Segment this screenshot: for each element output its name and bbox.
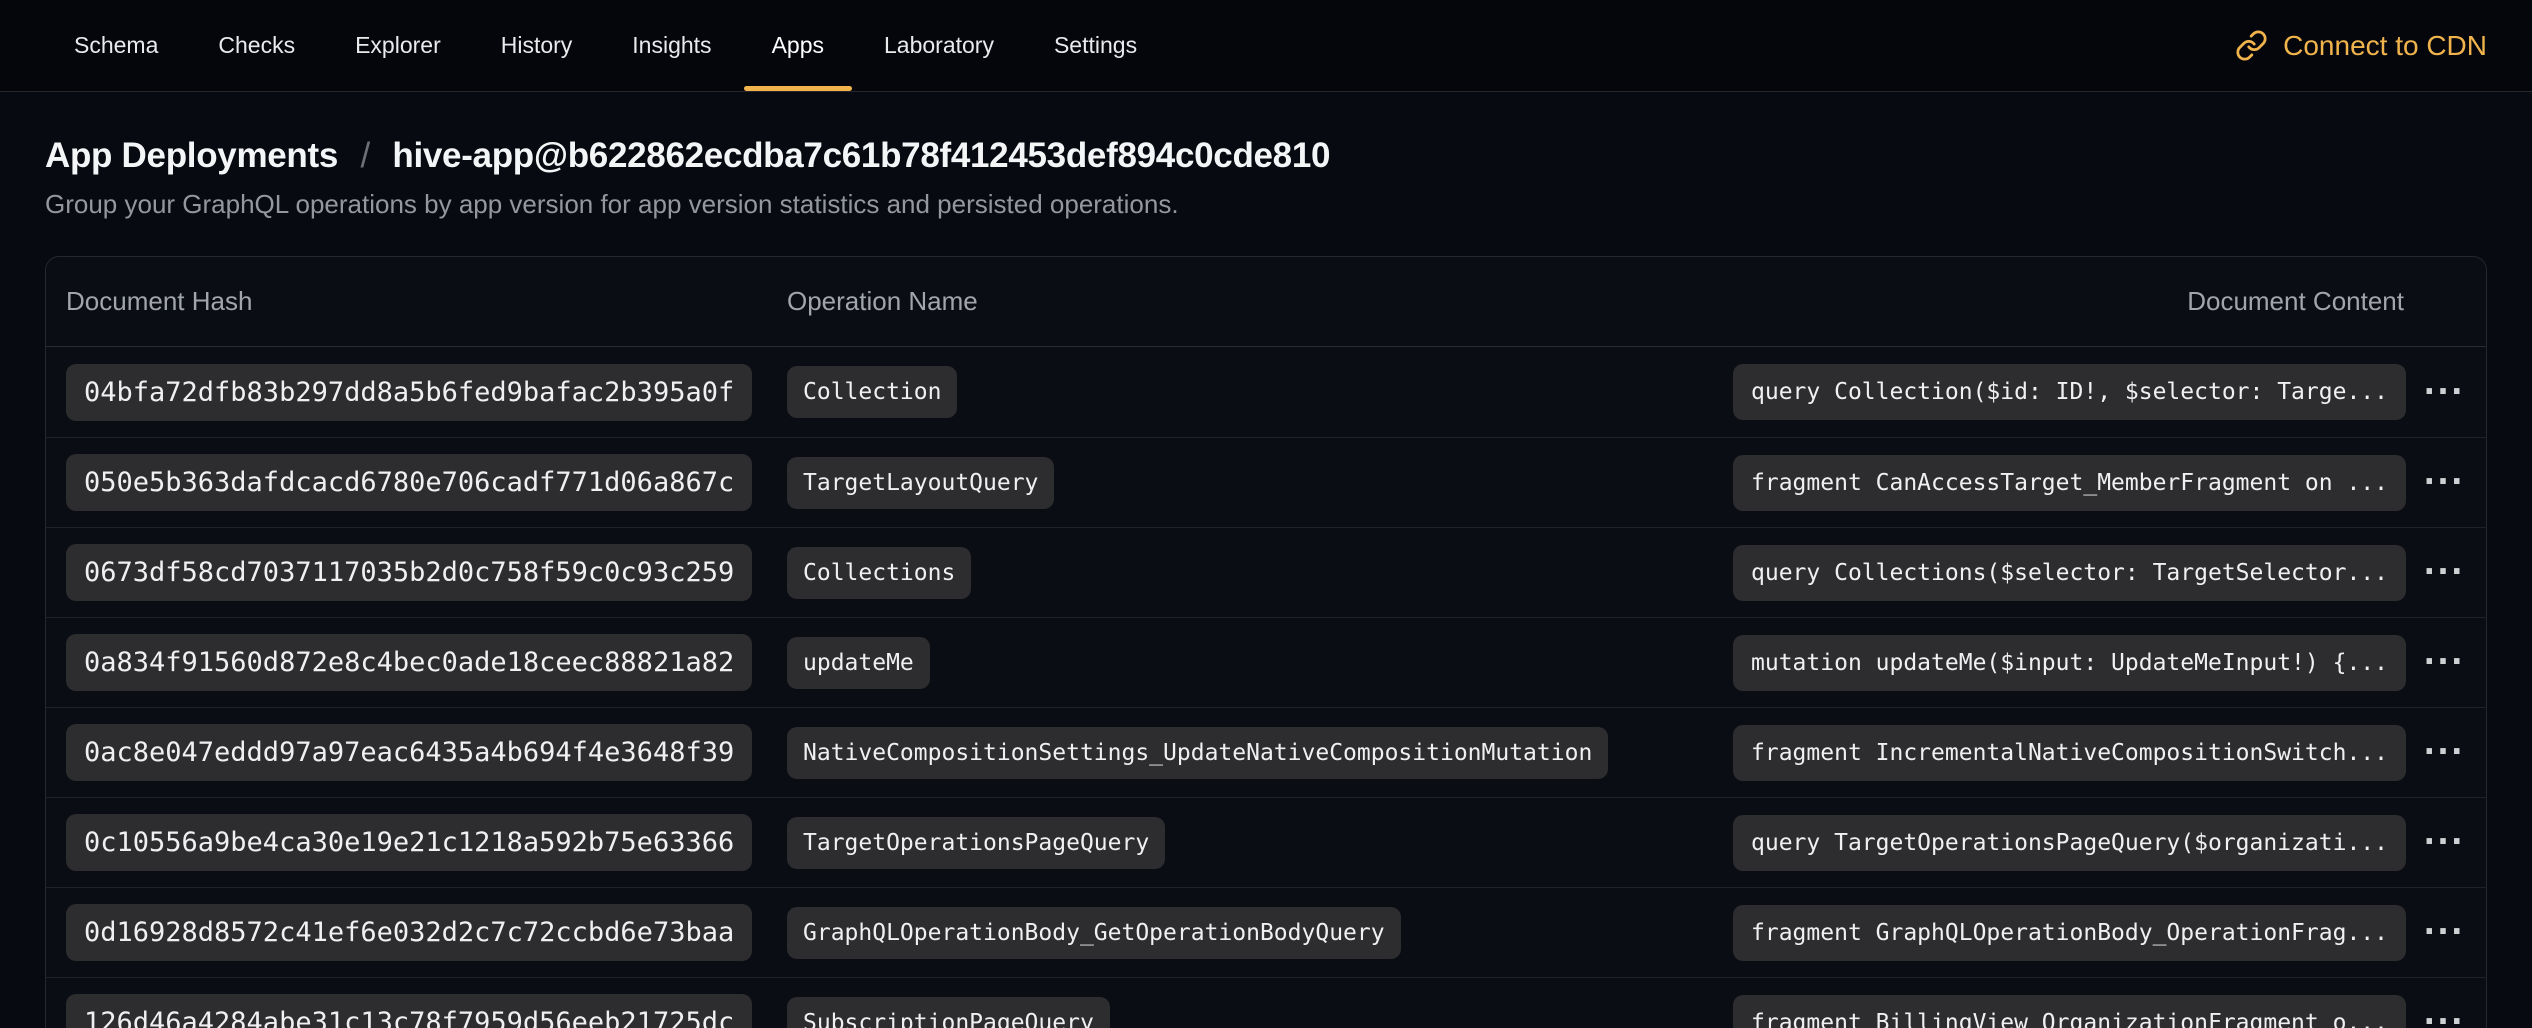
page-subtitle: Group your GraphQL operations by app ver… [45,189,2487,220]
nav-tab-insights[interactable]: Insights [602,0,741,91]
table-row: 0d16928d8572c41ef6e032d2c7c72ccbd6e73baa… [46,887,2486,977]
table-row: 0c10556a9be4ca30e19e21c1218a592b75e63366… [46,797,2486,887]
document-content-preview[interactable]: fragment BillingView_OrganizationFragmen… [1733,995,2406,1028]
row-menu-button[interactable]: ··· [2422,647,2466,678]
table-row: 0673df58cd7037117035b2d0c758f59c0c93c259… [46,527,2486,617]
document-hash-badge: 0c10556a9be4ca30e19e21c1218a592b75e63366 [66,814,752,871]
document-content-preview[interactable]: query Collections($selector: TargetSelec… [1733,545,2406,601]
operation-name-badge: GraphQLOperationBody_GetOperationBodyQue… [787,907,1401,959]
main-content: App Deployments / hive-app@b622862ecdba7… [0,136,2532,1028]
operation-name-badge: SubscriptionPageQuery [787,997,1110,1028]
breadcrumb-separator: / [360,136,369,175]
connect-to-cdn-button[interactable]: Connect to CDN [2235,0,2487,91]
operation-name-badge: TargetOperationsPageQuery [787,817,1165,869]
table-row: 050e5b363dafdcacd6780e706cadf771d06a867c… [46,437,2486,527]
document-hash-badge: 0a834f91560d872e8c4bec0ade18ceec88821a82 [66,634,752,691]
nav-tab-laboratory[interactable]: Laboratory [854,0,1024,91]
operation-name-badge: Collections [787,547,971,599]
operation-name-badge: Collection [787,366,957,418]
table-header-row: Document Hash Operation Name Document Co… [46,257,2486,347]
row-menu-button[interactable]: ··· [2422,1007,2466,1028]
breadcrumb: App Deployments / hive-app@b622862ecdba7… [45,136,2487,176]
document-hash-badge: 050e5b363dafdcacd6780e706cadf771d06a867c [66,454,752,511]
nav-tab-schema[interactable]: Schema [44,0,188,91]
row-menu-button[interactable]: ··· [2422,917,2466,948]
nav-tab-apps[interactable]: Apps [742,0,854,91]
document-hash-badge: 0ac8e047eddd97a97eac6435a4b694f4e3648f39 [66,724,752,781]
row-menu-button[interactable]: ··· [2422,557,2466,588]
column-header-operation-name: Operation Name [787,286,2187,317]
nav-tabs: Schema Checks Explorer History Insights … [44,0,1167,91]
top-nav: Schema Checks Explorer History Insights … [0,0,2532,92]
breadcrumb-root[interactable]: App Deployments [45,136,338,175]
document-content-preview[interactable]: query Collection($id: ID!, $selector: Ta… [1733,364,2406,420]
document-hash-badge: 04bfa72dfb83b297dd8a5b6fed9bafac2b395a0f [66,364,752,421]
operation-name-badge: updateMe [787,637,930,689]
row-menu-button[interactable]: ··· [2422,827,2466,858]
document-content-preview[interactable]: mutation updateMe($input: UpdateMeInput!… [1733,635,2406,691]
document-content-preview[interactable]: fragment GraphQLOperationBody_OperationF… [1733,905,2406,961]
table-row: 04bfa72dfb83b297dd8a5b6fed9bafac2b395a0f… [46,347,2486,437]
document-hash-badge: 126d46a4284abe31c13c78f7959d56eeb21725dc [66,994,752,1028]
nav-tab-checks[interactable]: Checks [188,0,325,91]
document-content-preview[interactable]: fragment IncrementalNativeCompositionSwi… [1733,725,2406,781]
breadcrumb-current-app: hive-app@b622862ecdba7c61b78f412453def89… [392,136,1330,175]
row-menu-button[interactable]: ··· [2422,737,2466,768]
column-header-document-hash: Document Hash [66,286,787,317]
document-content-preview[interactable]: query TargetOperationsPageQuery($organiz… [1733,815,2406,871]
operation-name-badge: NativeCompositionSettings_UpdateNativeCo… [787,727,1608,779]
document-hash-badge: 0673df58cd7037117035b2d0c758f59c0c93c259 [66,544,752,601]
document-hash-badge: 0d16928d8572c41ef6e032d2c7c72ccbd6e73baa [66,904,752,961]
table-body: 04bfa72dfb83b297dd8a5b6fed9bafac2b395a0f… [46,347,2486,1028]
table-row: 0a834f91560d872e8c4bec0ade18ceec88821a82… [46,617,2486,707]
table-row: 126d46a4284abe31c13c78f7959d56eeb21725dc… [46,977,2486,1028]
table-row: 0ac8e047eddd97a97eac6435a4b694f4e3648f39… [46,707,2486,797]
operation-name-badge: TargetLayoutQuery [787,457,1054,509]
column-header-document-content: Document Content [2187,286,2466,317]
row-menu-button[interactable]: ··· [2422,377,2466,408]
row-menu-button[interactable]: ··· [2422,467,2466,498]
document-content-preview[interactable]: fragment CanAccessTarget_MemberFragment … [1733,455,2406,511]
deployments-table: Document Hash Operation Name Document Co… [45,256,2487,1028]
connect-to-cdn-label: Connect to CDN [2283,30,2487,62]
nav-tab-explorer[interactable]: Explorer [325,0,471,91]
nav-tab-history[interactable]: History [471,0,603,91]
nav-tab-settings[interactable]: Settings [1024,0,1167,91]
link-icon [2235,29,2268,62]
